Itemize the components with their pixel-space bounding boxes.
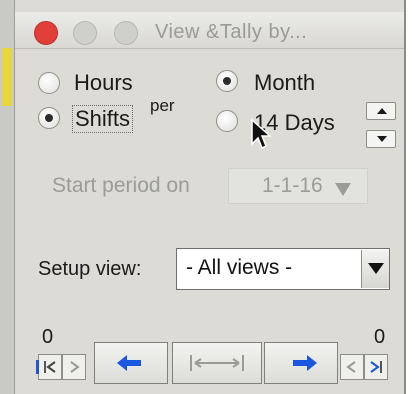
- minimize-button[interactable]: [73, 21, 97, 45]
- step-back-button[interactable]: [38, 354, 62, 380]
- radio-shifts-label[interactable]: Shifts: [72, 105, 134, 133]
- radio-month[interactable]: [216, 70, 238, 92]
- setup-view-dropdown-button[interactable]: [361, 250, 389, 288]
- previous-button[interactable]: [94, 342, 168, 384]
- zoom-button[interactable]: [114, 21, 138, 45]
- chevron-down-icon: [335, 183, 351, 196]
- step-forward-secondary-icon: [346, 361, 356, 373]
- setup-view-label: Setup view:: [38, 258, 142, 280]
- radio-hours-label[interactable]: Hours: [74, 70, 133, 96]
- next-button[interactable]: [264, 342, 338, 384]
- period-decrease-button[interactable]: [366, 130, 396, 148]
- left-count: 0: [42, 326, 54, 348]
- background-window-strip: [0, 0, 14, 394]
- radio-hours[interactable]: [38, 72, 60, 94]
- setup-view-value[interactable]: - All views -: [186, 256, 292, 280]
- background-selection-marker: [2, 48, 12, 106]
- radio-shifts[interactable]: [38, 107, 60, 129]
- mouse-cursor-icon: [251, 118, 272, 150]
- close-button[interactable]: [34, 21, 58, 45]
- step-back-secondary-button[interactable]: [62, 354, 86, 380]
- fit-range-icon: [190, 355, 244, 371]
- fit-range-button[interactable]: [172, 342, 262, 384]
- right-count: 0: [374, 326, 386, 348]
- start-period-label: Start period on: [52, 174, 190, 197]
- step-forward-button[interactable]: [364, 354, 388, 380]
- step-forward-secondary-button[interactable]: [340, 354, 364, 380]
- step-forward-icon: [370, 361, 382, 373]
- window-title: View &Tally by...: [155, 21, 308, 43]
- start-period-value: 1-1-16: [262, 174, 323, 197]
- radio-month-label[interactable]: Month: [254, 70, 315, 96]
- step-back-secondary-icon: [70, 361, 80, 373]
- selection-accent: [36, 360, 39, 374]
- per-label: per: [150, 96, 175, 115]
- period-increase-button[interactable]: [366, 102, 396, 120]
- radio-14-days[interactable]: [216, 110, 238, 132]
- title-bar[interactable]: View &Tally by...: [15, 12, 404, 49]
- arrow-right-icon: [293, 355, 317, 371]
- step-back-icon: [44, 361, 56, 373]
- arrow-left-icon: [117, 355, 141, 371]
